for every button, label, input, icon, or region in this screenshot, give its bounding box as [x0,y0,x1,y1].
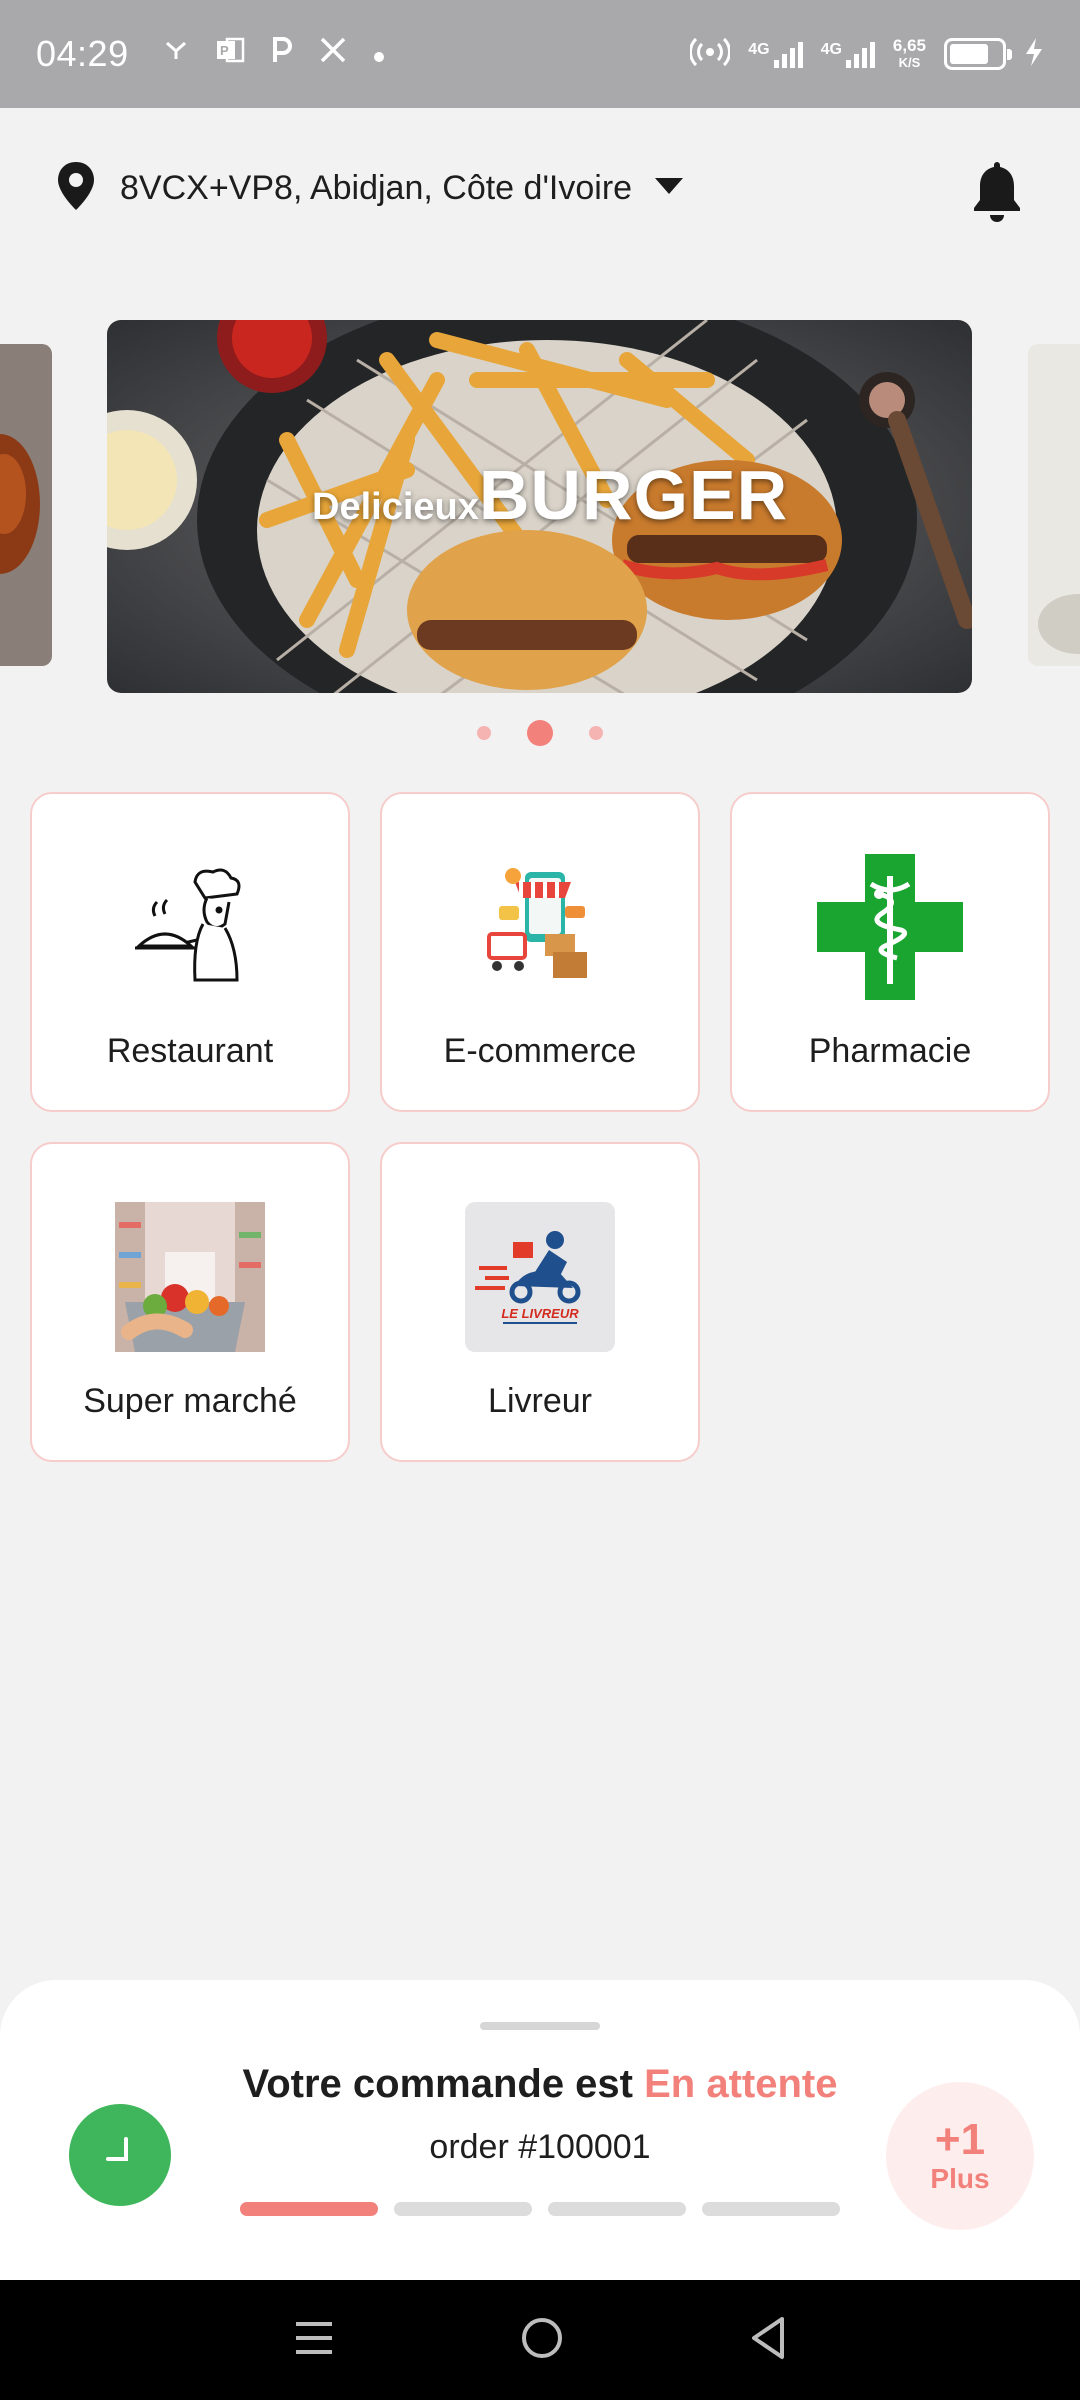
location-selector[interactable]: 8VCX+VP8, Abidjan, Côte d'Ivoire [54,160,684,217]
category-ecommerce[interactable]: E-commerce [380,792,700,1112]
progress-segment [702,2202,840,2216]
progress-segment [394,2202,532,2216]
home-button[interactable] [519,2315,565,2366]
signal-sim1-icon: 4G [748,40,803,68]
back-button[interactable] [748,2315,788,2366]
delivery-scooter-icon: LE LIVREUR [465,1202,615,1352]
livreur-logo-text: LE LIVREUR [501,1306,579,1321]
progress-segment [548,2202,686,2216]
carousel-dot[interactable] [477,726,491,740]
powerpoint-icon: P [215,36,245,72]
status-time: 04:29 [36,33,129,74]
order-status-sheet[interactable]: Votre commande est En attente order #100… [0,1980,1080,2280]
signal-sim2-icon: 4G [821,40,875,68]
chef-icon [115,852,265,1002]
location-pin-icon [54,160,98,217]
carousel-next-slide[interactable] [1028,344,1080,666]
category-grid: Restaurant E-commerce Pharmacie Super ma… [30,792,1050,1462]
order-progress [240,2202,840,2216]
carousel-dot[interactable] [527,720,553,746]
notification-icons: P [163,36,385,72]
category-label: Livreur [488,1382,592,1420]
category-pharmacie[interactable]: Pharmacie [730,792,1050,1112]
more-orders-button[interactable]: +1 Plus [886,2082,1034,2230]
carousel-indicator [0,720,1080,746]
parking-icon [271,36,293,72]
hotspot-icon [689,37,732,72]
shopping-phone-icon [465,852,615,1002]
charging-icon [1024,37,1044,72]
banner-headline: DelicieuxBURGER [312,456,789,534]
x-social-icon [319,36,347,72]
system-nav-bar [0,2280,1080,2400]
bell-icon [970,162,1024,228]
more-orders-count: +1 [934,2115,986,2164]
notifications-button[interactable] [970,158,1024,229]
carousel-dot[interactable] [589,726,603,740]
location-text: 8VCX+VP8, Abidjan, Côte d'Ivoire [120,169,633,207]
drag-handle[interactable] [480,2022,600,2030]
category-label: Super marché [83,1382,297,1420]
category-livreur[interactable]: LE LIVREUR Livreur [380,1142,700,1462]
recent-apps-button[interactable] [292,2318,336,2363]
chevron-down-icon [654,177,684,200]
order-title-prefix: Votre commande est [242,2062,634,2106]
burger-banner[interactable]: DelicieuxBURGER [107,320,972,693]
network-speed: 6,65 K/S [892,36,926,70]
status-bar: 04:29 P 4G 4G 6,65 K/S [0,0,1080,108]
more-orders-label: Plus [930,2163,990,2194]
supermarket-cart-icon [115,1202,265,1352]
promo-carousel[interactable]: DelicieuxBURGER [0,320,1080,695]
status-right: 4G 4G 6,65 K/S [689,0,1044,108]
svg-text:P: P [220,43,229,58]
battery-icon [944,38,1012,70]
carousel-prev-slide[interactable] [0,344,52,666]
order-status-text: En attente [644,2062,838,2106]
progress-segment [240,2202,378,2216]
category-label: Restaurant [106,1032,274,1070]
more-notifications-dot-icon [373,37,385,71]
category-label: E-commerce [443,1032,637,1070]
category-label: Pharmacie [808,1032,972,1070]
notification-app-icon [163,37,189,71]
pharmacy-cross-icon [815,852,965,1002]
category-restaurant[interactable]: Restaurant [30,792,350,1112]
category-supermarche[interactable]: Super marché [30,1142,350,1462]
